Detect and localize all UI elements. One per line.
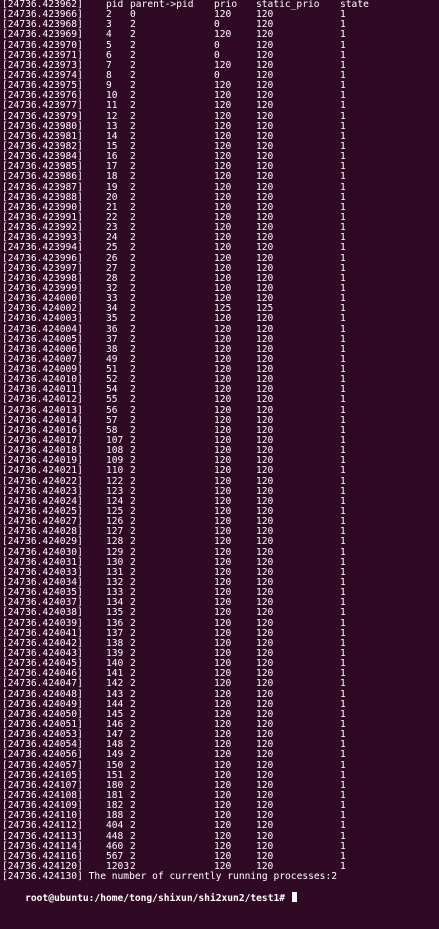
row-static-prio: 120: [256, 313, 274, 325]
row-pid: 35: [106, 313, 118, 325]
row-static-prio: 120: [256, 242, 274, 254]
row-parent-pid: 2: [130, 242, 136, 254]
row-state: 1: [340, 313, 346, 325]
terminal-window[interactable]: [24736.423962] pid parent->pid prio stat…: [0, 0, 439, 929]
process-row: [24736.424003] 35 2 120 120 1: [2, 314, 439, 324]
row-timestamp: [24736.423994]: [2, 242, 83, 254]
row-pid: 25: [106, 242, 118, 254]
row-prio: 120: [214, 242, 232, 254]
header-parent-pid: parent->pid: [130, 0, 194, 10]
row-timestamp: [24736.424003]: [2, 313, 83, 325]
process-rows: [24736.423966] 2 0 120 120 1 [24736.423968] 3 2 0…: [2, 9, 439, 872]
row-state: 1: [340, 242, 346, 254]
prompt-line[interactable]: root@ubuntu:/home/tong/shixun/shi2xun2/t…: [2, 882, 439, 904]
process-row: [24736.423994] 25 2 120 120 1: [2, 243, 439, 253]
process-row: [24736.424112] 404 2 120 120 1: [2, 821, 439, 831]
text-cursor: [291, 892, 297, 903]
row-state: 1: [340, 860, 346, 872]
row-parent-pid: 2: [130, 313, 136, 325]
process-row: [24736.423986] 18 2 120 120 1: [2, 172, 439, 182]
summary-line: [24736.424130] The number of currently r…: [2, 871, 338, 883]
row-prio: 120: [214, 313, 232, 325]
shell-prompt: root@ubuntu:/home/tong/shixun/shi2xun2/t…: [25, 893, 286, 905]
